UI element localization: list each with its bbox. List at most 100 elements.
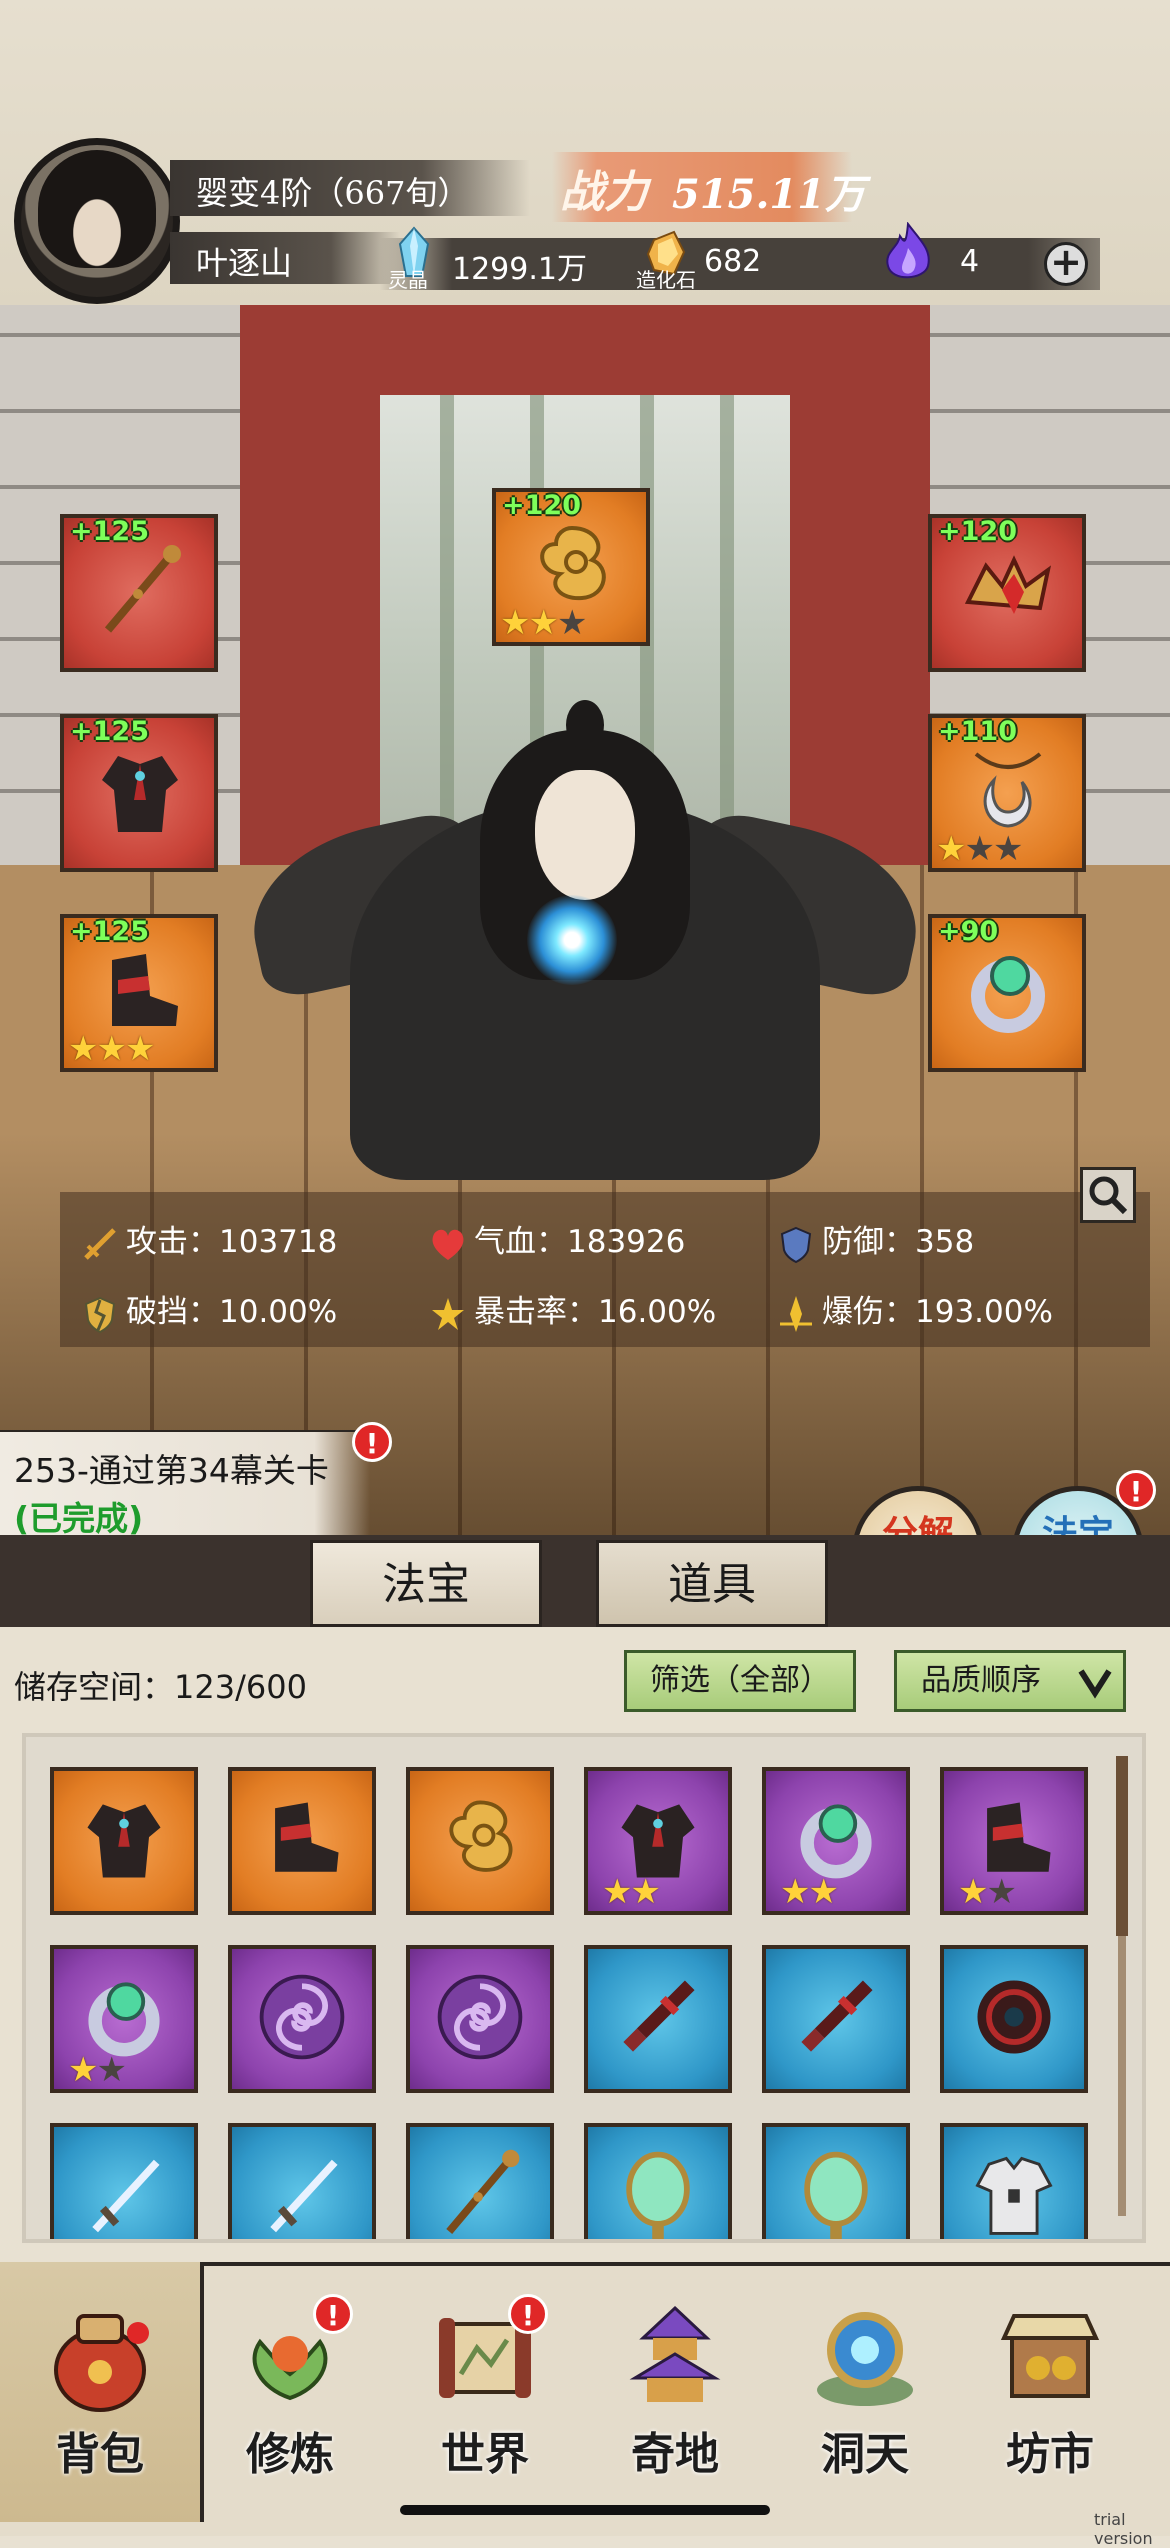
star-filled-icon: ★ (602, 1872, 633, 1912)
inventory-item[interactable] (940, 2123, 1088, 2239)
star-rating: ★★ (602, 1872, 661, 1912)
character-topknot (566, 700, 604, 750)
star-empty-icon: ★ (992, 829, 1024, 869)
star-empty-icon: ★ (556, 603, 588, 643)
inventory-item[interactable] (406, 2123, 554, 2239)
boots-icon (275, 1802, 339, 1872)
swirl-orb-icon (259, 1974, 345, 2060)
chevron-down-icon (1078, 1669, 1112, 1699)
equip-slot-necklace[interactable]: +110 ★★★ (928, 714, 1086, 872)
sword-icon (92, 2159, 160, 2233)
storage-capacity: 储存空间：123/600 (14, 1662, 307, 1708)
cloud-talisman-icon (449, 1800, 513, 1872)
stat-label: 气血： (474, 1224, 567, 1260)
inventory-item[interactable] (228, 1945, 376, 2093)
filter-button[interactable]: 筛选（全部） (624, 1650, 856, 1712)
nav-portal[interactable]: 洞天 (780, 2278, 950, 2480)
inspect-button[interactable] (1080, 1167, 1136, 1223)
sword-icon (270, 2159, 338, 2233)
equip-bonus: +110 (938, 716, 1017, 747)
inventory-item[interactable] (406, 1945, 554, 2093)
star-empty-icon: ★ (964, 829, 995, 869)
equip-slot-armor[interactable]: +125 (60, 714, 218, 872)
inventory-item[interactable] (584, 2123, 732, 2239)
storage-value: 123/600 (174, 1668, 307, 1706)
swirl-orb-icon (437, 1974, 523, 2060)
nav-label: 背包 (56, 2429, 144, 2480)
inventory-item[interactable]: ★★ (940, 1767, 1088, 1915)
dagger-icon (623, 1980, 695, 2052)
avatar-portrait-art (38, 150, 156, 268)
inventory-item[interactable] (228, 1767, 376, 1915)
sword-icon (84, 1227, 116, 1260)
stat-shield: 防御：358 (776, 1216, 974, 1264)
nav-label: 修炼 (246, 2429, 334, 2480)
stat-value: 183926 (567, 1224, 686, 1260)
nav-bag[interactable]: 背包 (15, 2278, 185, 2480)
storage-label: 储存空间： (14, 1668, 175, 1706)
realm-level: 婴变4阶（667旬） (196, 174, 470, 212)
equip-bonus: +125 (70, 516, 149, 547)
tab-treasure[interactable]: 法宝 (310, 1540, 542, 1627)
inventory-scroll-thumb[interactable] (1116, 1756, 1128, 1936)
stat-value: 193.00% (915, 1294, 1053, 1330)
jade-ring-icon (971, 956, 1045, 1033)
equip-slot-treasure[interactable]: +120 ★★★ (492, 488, 650, 646)
inventory-item[interactable] (50, 1767, 198, 1915)
purple-flame-icon (886, 222, 930, 279)
inventory-item[interactable] (762, 1945, 910, 2093)
nav-pagoda[interactable]: 奇地 (590, 2278, 760, 2480)
nav-label: 洞天 (821, 2429, 909, 2480)
sort-dropdown[interactable]: 品质顺序 (894, 1650, 1126, 1712)
stat-value: 16.00% (598, 1294, 717, 1330)
inventory-item[interactable]: ★★ (50, 1945, 198, 2093)
combat-power-value: 515.11万 (672, 171, 866, 218)
star-filled-icon: ★ (96, 1029, 127, 1069)
stat-label: 破挡： (126, 1294, 219, 1330)
creation-stone-value: 682 (704, 244, 762, 279)
equip-bonus: +90 (938, 916, 999, 947)
star-empty-icon: ★ (96, 2050, 127, 2090)
star-filled-icon: ★ (958, 1872, 989, 1912)
inventory-item[interactable]: ★★ (584, 1767, 732, 1915)
bamboo-stalk (720, 395, 734, 865)
equip-slot-boots[interactable]: +125 ★★★ (60, 914, 218, 1072)
inventory-item[interactable]: ★★ (762, 1767, 910, 1915)
star-rating: ★★ (68, 2050, 127, 2090)
star-rating: ★★ (780, 1875, 839, 1909)
star-rating: ★★ (958, 1872, 1017, 1912)
add-resource-button[interactable]: + (1044, 242, 1088, 286)
nav-label: 世界 (441, 2429, 529, 2480)
creation-stone-label: 造化石 (636, 268, 696, 292)
equip-slot-ring[interactable]: +90 (928, 914, 1086, 1072)
spirit-crystal-label: 灵晶 (388, 268, 428, 292)
portal-icon (817, 2312, 913, 2406)
star-filled-icon: ★ (68, 2050, 99, 2090)
inventory-item[interactable] (584, 1945, 732, 2093)
magnifier-icon (1089, 1176, 1128, 1215)
nav-lotus[interactable]: 修炼! (205, 2278, 375, 2480)
stat-value: 10.00% (219, 1294, 338, 1330)
home-indicator (400, 2505, 770, 2515)
stat-heart: 气血：183926 (428, 1216, 685, 1264)
inventory-item[interactable] (228, 2123, 376, 2239)
star-rating: ★★★ (500, 603, 588, 643)
stat-label: 暴击率： (474, 1294, 598, 1330)
inventory-item[interactable] (762, 2123, 910, 2239)
crit-icon (432, 1297, 464, 1330)
quest-title: 253-通过第34幕关卡 (14, 1451, 329, 1490)
equip-slot-headband[interactable]: +120 (928, 514, 1086, 672)
robe-icon (102, 756, 178, 832)
equip-slot-weapon[interactable]: +125 (60, 514, 218, 672)
star-empty-icon: ★ (986, 1872, 1017, 1912)
stat-broken-shield: 破挡：10.00% (80, 1286, 337, 1334)
tab-items[interactable]: 道具 (596, 1540, 828, 1627)
inventory-item[interactable] (406, 1767, 554, 1915)
inventory-item[interactable] (940, 1945, 1088, 2093)
nav-market-stall[interactable]: 坊市 (965, 2278, 1135, 2480)
inventory-item[interactable] (50, 2123, 198, 2239)
stat-label: 爆伤： (822, 1294, 915, 1330)
nav-scroll-map[interactable]: 世界! (400, 2278, 570, 2480)
equip-bonus: +120 (502, 490, 581, 521)
shuriken-icon (977, 1980, 1051, 2054)
